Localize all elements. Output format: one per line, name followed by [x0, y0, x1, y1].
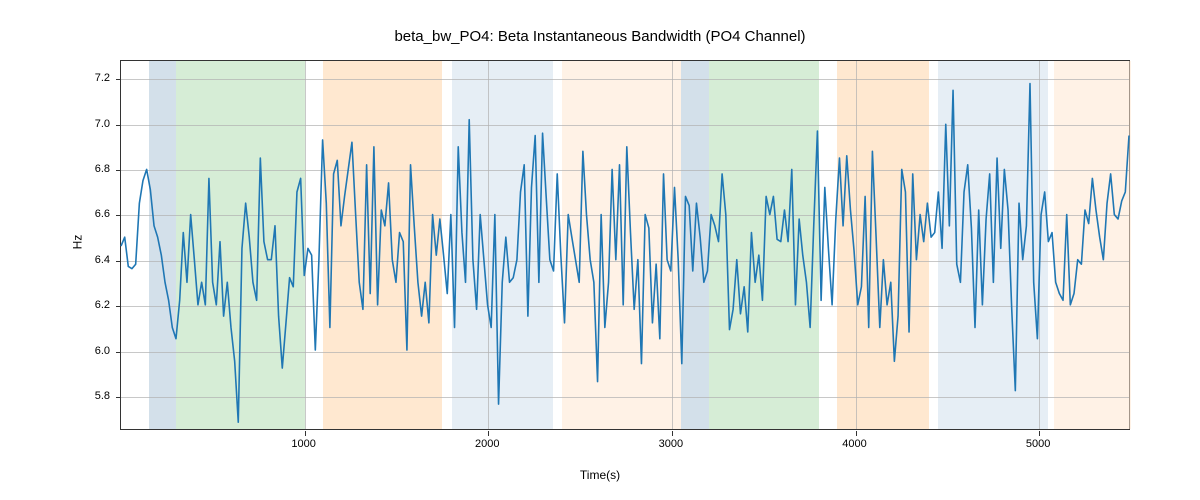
xtick-mark	[305, 431, 306, 436]
x-axis-label: Time(s)	[580, 468, 620, 482]
xtick-label: 2000	[475, 438, 499, 450]
ytick-label: 6.6	[70, 208, 110, 220]
ytick-label: 7.2	[70, 72, 110, 84]
line-layer	[121, 61, 1129, 429]
ytick-label: 6.4	[70, 254, 110, 266]
xtick-mark	[1039, 431, 1040, 436]
data-series-line	[121, 84, 1129, 423]
ytick-label: 6.0	[70, 345, 110, 357]
xtick-label: 1000	[291, 438, 315, 450]
ytick-label: 6.2	[70, 299, 110, 311]
chart-container	[120, 60, 1130, 430]
xtick-label: 4000	[842, 438, 866, 450]
xtick-mark	[672, 431, 673, 436]
xtick-label: 3000	[659, 438, 683, 450]
xtick-mark	[488, 431, 489, 436]
chart-title: beta_bw_PO4: Beta Instantaneous Bandwidt…	[394, 28, 805, 45]
y-axis-label: Hz	[70, 235, 84, 250]
ytick-label: 6.8	[70, 163, 110, 175]
ytick-label: 5.8	[70, 390, 110, 402]
xtick-mark	[856, 431, 857, 436]
xtick-label: 5000	[1026, 438, 1050, 450]
plot-area	[120, 60, 1130, 430]
ytick-label: 7.0	[70, 118, 110, 130]
